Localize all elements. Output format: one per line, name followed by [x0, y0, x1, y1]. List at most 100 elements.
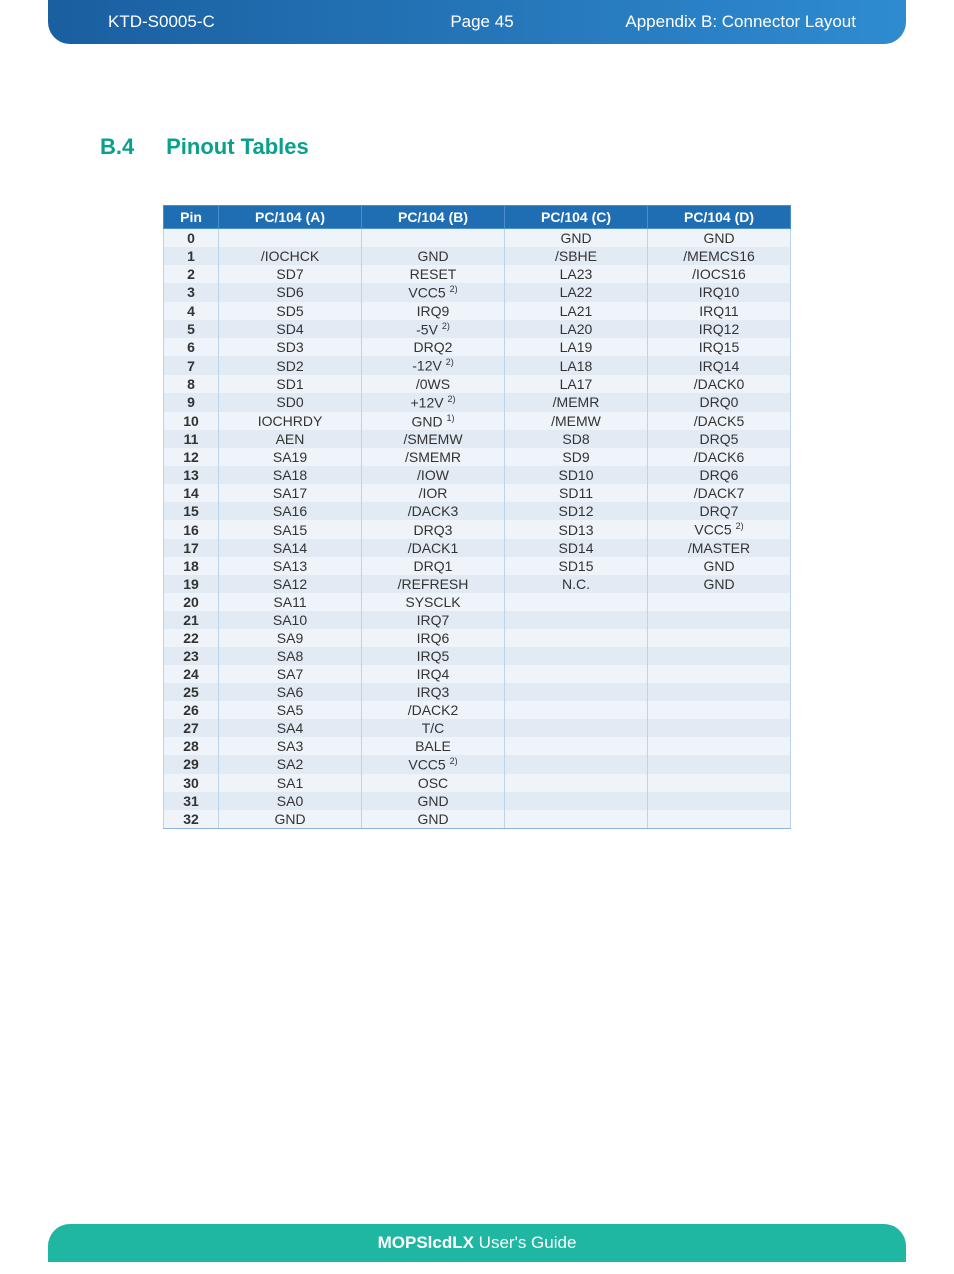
table-row: 28SA3BALE [164, 737, 791, 755]
cell-a: SA2 [219, 755, 362, 774]
cell-pin: 17 [164, 539, 219, 557]
table-row: 7SD2-12V 2)LA18IRQ14 [164, 356, 791, 375]
cell-pin: 14 [164, 484, 219, 502]
table-row: 26SA5/DACK2 [164, 701, 791, 719]
cell-c [505, 629, 648, 647]
cell-b: /DACK3 [362, 502, 505, 520]
cell-a [219, 229, 362, 248]
cell-a: SA13 [219, 557, 362, 575]
cell-c: LA17 [505, 375, 648, 393]
cell-b: RESET [362, 265, 505, 283]
cell-pin: 10 [164, 412, 219, 431]
cell-c: SD13 [505, 520, 648, 539]
cell-c [505, 792, 648, 810]
cell-b: T/C [362, 719, 505, 737]
cell-a: SD1 [219, 375, 362, 393]
cell-pin: 30 [164, 774, 219, 792]
cell-a: SA15 [219, 520, 362, 539]
cell-a: SD6 [219, 283, 362, 302]
th-col-b: PC/104 (B) [362, 206, 505, 229]
cell-c: /MEMR [505, 393, 648, 412]
table-row: 17SA14/DACK1SD14/MASTER [164, 539, 791, 557]
table-row: 24SA7IRQ4 [164, 665, 791, 683]
table-row: 27SA4T/C [164, 719, 791, 737]
cell-a: /IOCHCK [219, 247, 362, 265]
cell-pin: 23 [164, 647, 219, 665]
th-pin: Pin [164, 206, 219, 229]
th-col-d: PC/104 (D) [648, 206, 791, 229]
cell-a: SD0 [219, 393, 362, 412]
cell-c [505, 737, 648, 755]
cell-c [505, 755, 648, 774]
cell-pin: 26 [164, 701, 219, 719]
cell-a: SA14 [219, 539, 362, 557]
cell-pin: 0 [164, 229, 219, 248]
page-number: Page 45 [357, 12, 606, 32]
cell-d [648, 737, 791, 755]
table-row: 9SD0+12V 2)/MEMRDRQ0 [164, 393, 791, 412]
cell-a: SA9 [219, 629, 362, 647]
cell-c [505, 683, 648, 701]
cell-b: /REFRESH [362, 575, 505, 593]
cell-b: GND [362, 247, 505, 265]
cell-c [505, 611, 648, 629]
cell-d: DRQ7 [648, 502, 791, 520]
appendix-title: Appendix B: Connector Layout [607, 12, 856, 32]
cell-a: SA1 [219, 774, 362, 792]
th-col-a: PC/104 (A) [219, 206, 362, 229]
table-row: 16SA15DRQ3SD13VCC5 2) [164, 520, 791, 539]
cell-b: /IOW [362, 466, 505, 484]
cell-c: /MEMW [505, 412, 648, 431]
table-row: 10IOCHRDYGND 1)/MEMW/DACK5 [164, 412, 791, 431]
cell-a: SA11 [219, 593, 362, 611]
cell-b: -12V 2) [362, 356, 505, 375]
cell-pin: 24 [164, 665, 219, 683]
cell-pin: 12 [164, 448, 219, 466]
cell-b: DRQ2 [362, 338, 505, 356]
cell-d: GND [648, 229, 791, 248]
cell-c: N.C. [505, 575, 648, 593]
cell-d [648, 792, 791, 810]
cell-d: /MEMCS16 [648, 247, 791, 265]
cell-a: SA6 [219, 683, 362, 701]
footer-suffix: User's Guide [474, 1233, 576, 1252]
cell-c: LA21 [505, 302, 648, 320]
cell-d: IRQ10 [648, 283, 791, 302]
cell-c: LA23 [505, 265, 648, 283]
cell-d [648, 593, 791, 611]
cell-pin: 8 [164, 375, 219, 393]
cell-d: DRQ0 [648, 393, 791, 412]
table-row: 12SA19/SMEMRSD9/DACK6 [164, 448, 791, 466]
cell-a: SA4 [219, 719, 362, 737]
cell-c [505, 701, 648, 719]
cell-b: IRQ3 [362, 683, 505, 701]
cell-c: LA18 [505, 356, 648, 375]
cell-a: SA19 [219, 448, 362, 466]
cell-pin: 31 [164, 792, 219, 810]
table-row: 6SD3DRQ2LA19IRQ15 [164, 338, 791, 356]
table-row: 30SA1OSC [164, 774, 791, 792]
cell-a: SA12 [219, 575, 362, 593]
cell-c [505, 665, 648, 683]
cell-c: SD14 [505, 539, 648, 557]
cell-b: /DACK1 [362, 539, 505, 557]
doc-id: KTD-S0005-C [108, 12, 357, 32]
cell-b: IRQ4 [362, 665, 505, 683]
cell-b: GND [362, 810, 505, 829]
table-row: 14SA17/IORSD11/DACK7 [164, 484, 791, 502]
cell-pin: 15 [164, 502, 219, 520]
cell-d: /DACK5 [648, 412, 791, 431]
cell-c: SD10 [505, 466, 648, 484]
cell-b: IRQ5 [362, 647, 505, 665]
cell-a: SA8 [219, 647, 362, 665]
cell-c: SD12 [505, 502, 648, 520]
cell-a: SD3 [219, 338, 362, 356]
table-row: 29SA2VCC5 2) [164, 755, 791, 774]
table-row: 20SA11SYSCLK [164, 593, 791, 611]
cell-d [648, 647, 791, 665]
cell-d [648, 665, 791, 683]
table-row: 31SA0GND [164, 792, 791, 810]
cell-pin: 32 [164, 810, 219, 829]
cell-b: GND 1) [362, 412, 505, 431]
cell-a: SA5 [219, 701, 362, 719]
